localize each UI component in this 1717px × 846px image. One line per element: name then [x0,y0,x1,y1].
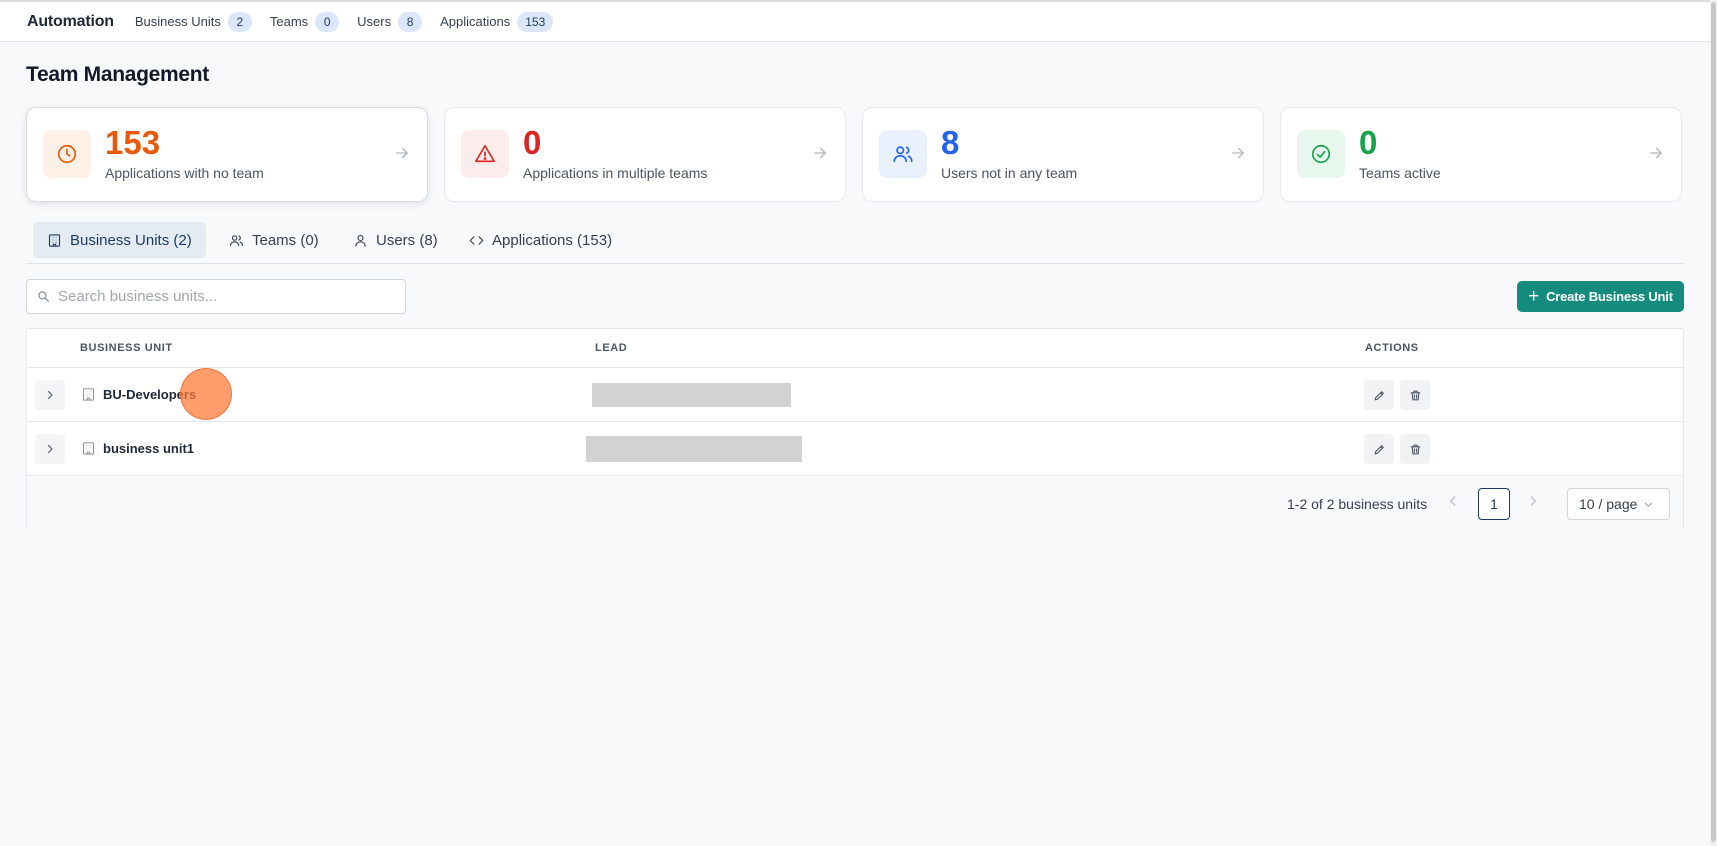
business-unit-name[interactable]: business unit1 [103,441,194,456]
table-row[interactable]: business unit1 [27,422,1683,476]
tab-label: Applications (153) [492,231,613,249]
edit-button[interactable] [1364,380,1394,410]
nav-item-label: Teams [269,14,309,29]
trash-icon [1410,390,1420,400]
nav-count-badge: 153 [517,11,554,32]
edit-button[interactable] [1364,434,1394,464]
delete-button[interactable] [1400,380,1430,410]
trash-icon [1410,444,1420,454]
lead-redacted-block [586,436,802,462]
user-icon [355,234,366,247]
page-size-value: 10 / page [1579,496,1638,512]
tab-teams[interactable]: Teams (0) [229,222,319,258]
building-icon [48,233,61,247]
users-icon [879,130,927,178]
chevron-right-icon [1530,496,1536,506]
business-units-table: BUSINESS UNIT LEAD ACTIONS BU-Developers… [26,328,1684,531]
clock-icon [43,130,91,178]
pencil-icon [1374,444,1384,454]
arrow-right-icon [1229,144,1247,167]
tab-label: Business Units (2) [70,231,192,249]
tab-label: Users (8) [376,231,438,249]
stat-label: Applications with no team [105,165,264,181]
stat-value: 0 [523,124,542,161]
brand-label[interactable]: Automation [27,13,114,31]
tab-users[interactable]: Users (8) [353,222,438,258]
page-size-select[interactable]: 10 / page [1567,488,1670,520]
expand-row-button[interactable] [35,380,65,410]
table-header: BUSINESS UNIT LEAD ACTIONS [27,329,1683,368]
create-button-label: Create Business Unit [1546,289,1673,304]
top-nav-bar: Automation Business Units 2 Teams 0 User… [0,0,1710,42]
users-icon [230,234,243,246]
tab-bar: Business Units (2) Teams (0) Users (8) A… [26,222,1684,264]
nav-item-users[interactable]: Users 8 [357,11,423,32]
stat-value: 0 [1359,124,1378,161]
nav-item-applications[interactable]: Applications 153 [440,11,554,32]
pencil-icon [1374,390,1384,400]
check-circle-icon [1297,130,1345,178]
stat-label: Applications in multiple teams [523,165,708,181]
column-header-business-unit[interactable]: BUSINESS UNIT [80,342,173,354]
nav-item-label: Applications [440,14,511,29]
tab-label: Teams (0) [252,231,319,249]
building-icon [81,387,96,407]
column-header-lead[interactable]: LEAD [595,342,627,354]
search-input[interactable] [58,288,378,305]
nav-count-badge: 8 [398,11,423,32]
nav-item-label: Users [357,14,392,29]
arrow-right-icon [393,144,411,167]
page-number-button[interactable]: 1 [1478,488,1510,520]
tab-applications[interactable]: Applications (153) [469,222,612,258]
next-page-button[interactable] [1526,494,1540,513]
stat-card-teams-active[interactable]: 0 Teams active [1280,107,1682,202]
pagination-info: 1-2 of 2 business units [1287,496,1428,512]
table-row[interactable]: BU-Developers [27,368,1683,422]
nav-count-badge: 0 [315,11,340,32]
chevron-right-icon [47,444,53,454]
arrow-right-icon [811,144,829,167]
business-unit-name[interactable]: BU-Developers [103,387,196,402]
nav-count-badge: 2 [227,11,252,32]
nav-item-business-units[interactable]: Business Units 2 [134,11,252,32]
stat-card-apps-multiple-teams[interactable]: 0 Applications in multiple teams [444,107,846,202]
page-scrollbar[interactable] [1710,0,1717,846]
tab-business-units[interactable]: Business Units (2) [33,222,206,258]
stat-label: Users not in any team [941,165,1078,181]
lead-redacted-block [592,383,791,407]
column-header-actions: ACTIONS [1365,342,1419,354]
plus-icon: + [1528,286,1540,307]
nav-item-label: Business Units [134,14,221,29]
warning-icon [461,130,509,178]
chevron-left-icon [1450,496,1456,506]
nav-item-teams[interactable]: Teams 0 [269,11,340,32]
search-icon [38,291,50,303]
stat-card-apps-no-team[interactable]: 153 Applications with no team [26,107,428,202]
building-icon [81,441,96,461]
chevron-right-icon [47,390,53,400]
page-title: Team Management [26,63,209,86]
stat-card-users-no-team[interactable]: 8 Users not in any team [862,107,1264,202]
scrollbar-thumb[interactable] [1711,2,1716,842]
search-box [26,279,406,314]
create-business-unit-button[interactable]: + Create Business Unit [1517,281,1684,312]
table-pagination: 1-2 of 2 business units 1 10 / page [27,477,1683,531]
chevron-down-icon [1645,502,1653,507]
code-icon [469,235,484,245]
arrow-right-icon [1647,144,1665,167]
stat-value: 153 [105,124,161,161]
stat-value: 8 [941,124,960,161]
stat-label: Teams active [1359,165,1441,181]
delete-button[interactable] [1400,434,1430,464]
previous-page-button[interactable] [1446,494,1460,513]
expand-row-button[interactable] [35,434,65,464]
